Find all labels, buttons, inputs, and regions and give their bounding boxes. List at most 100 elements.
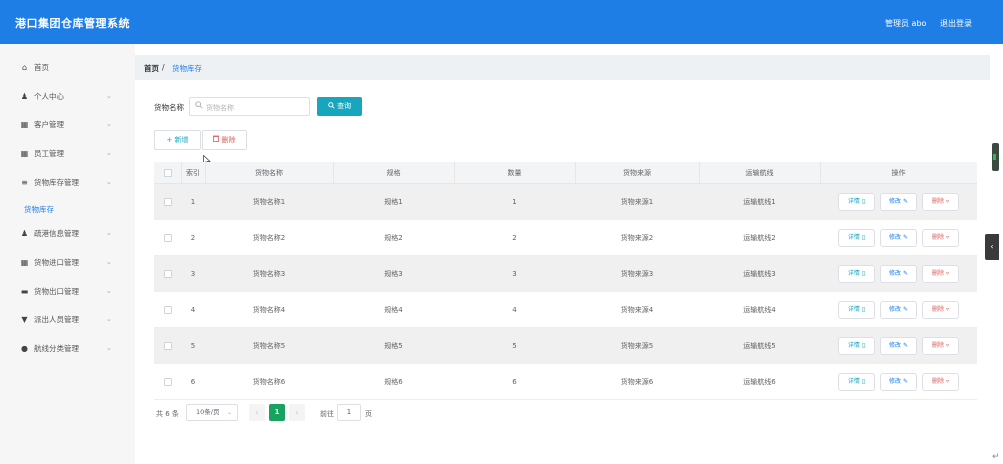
search-label: 货物名称	[154, 103, 184, 112]
table-row: 4 货物名称4 规格4 4 货物来源4 运输航线4 详情 ▯ 修改 ✎ 删除 ▿	[154, 292, 977, 328]
app-title: 港口集团仓库管理系统	[15, 17, 130, 30]
edit-button[interactable]: 修改 ✎	[880, 373, 917, 391]
row-checkbox[interactable]	[163, 377, 172, 386]
detail-button[interactable]: 详情 ▯	[838, 193, 875, 211]
list-icon: ≡	[21, 177, 28, 187]
edit-button[interactable]: 修改 ✎	[880, 265, 917, 283]
select-all-checkbox[interactable]	[163, 168, 172, 177]
page-size-select[interactable]: 10条/页 ⌄	[186, 404, 238, 421]
table-row: 5 货物名称5 规格5 5 货物来源5 运输航线5 详情 ▯ 修改 ✎ 删除 ▿	[154, 328, 977, 364]
page-number-button[interactable]: 1	[269, 404, 285, 421]
edit-button[interactable]: 修改 ✎	[880, 193, 917, 211]
sidebar-item-export[interactable]: ▬ 货物出口管理 ⌄	[0, 277, 135, 305]
add-button[interactable]: + 新增	[154, 130, 201, 150]
col-header-source: 货物来源	[623, 168, 651, 177]
trash-icon: ▿	[945, 342, 949, 349]
chevron-down-icon: ⌄	[226, 409, 232, 416]
cell-name: 货物名称2	[252, 233, 286, 242]
cell-route: 运输航线3	[743, 269, 776, 278]
sidebar-item-profile[interactable]: ♟ 个人中心 ⌄	[0, 82, 135, 110]
detail-label: 详情	[847, 270, 860, 277]
breadcrumb-separator: /	[162, 63, 165, 72]
detail-button[interactable]: 详情 ▯	[838, 265, 875, 283]
detail-label: 详情	[847, 198, 860, 205]
edit-button[interactable]: 修改 ✎	[880, 301, 917, 319]
col-header-index: 索引	[186, 168, 200, 177]
delete-row-button[interactable]: 删除 ▿	[922, 337, 959, 355]
detail-button[interactable]: 详情 ▯	[838, 373, 875, 391]
delete-row-button[interactable]: 删除 ▿	[922, 301, 959, 319]
edit-label: 修改	[889, 270, 902, 277]
sidebar-subitem-inventory[interactable]: 货物库存	[24, 204, 54, 215]
sidebar-item-label: 客户管理	[34, 119, 64, 129]
cell-name: 货物名称6	[252, 377, 286, 386]
sidebar-item-import[interactable]: ▦ 货物进口管理 ⌄	[0, 248, 135, 276]
chevron-left-icon: ‹	[255, 408, 259, 417]
sidebar-item-dispatch[interactable]: ▼ 派出人员管理 ⌄	[0, 305, 135, 333]
side-panel-toggle[interactable]: ‹	[985, 234, 999, 260]
breadcrumb-home[interactable]: 首页	[144, 63, 159, 74]
edit-button[interactable]: 修改 ✎	[880, 229, 917, 247]
document-icon: ▯	[861, 234, 866, 241]
col-header-actions: 操作	[891, 168, 906, 177]
cell-source: 货物来源1	[620, 197, 654, 206]
chevron-down-icon: ⌄	[106, 287, 112, 295]
detail-button[interactable]: 详情 ▯	[838, 229, 875, 247]
delete-row-button[interactable]: 删除 ▿	[922, 229, 959, 247]
col-header-quantity: 数量	[507, 168, 522, 177]
cell-quantity: 1	[512, 197, 517, 206]
row-checkbox[interactable]	[163, 233, 172, 242]
pencil-icon: ✎	[902, 198, 908, 205]
cell-index: 3	[190, 269, 196, 278]
chevron-down-icon: ⌄	[106, 178, 112, 186]
prev-page-button[interactable]: ‹	[249, 404, 265, 421]
cell-route: 运输航线2	[743, 233, 776, 242]
sidebar-item-routes[interactable]: ● 航线分类管理 ⌄	[0, 334, 135, 362]
sidebar-item-home[interactable]: ⌂ 首页	[0, 53, 135, 81]
table-row: 6 货物名称6 规格6 6 货物来源6 运输航线6 详情 ▯ 修改 ✎ 删除 ▿	[154, 364, 977, 400]
batch-delete-button[interactable]: 删除	[202, 130, 247, 150]
chevron-down-icon: ⌄	[106, 258, 112, 266]
row-checkbox[interactable]	[163, 197, 172, 206]
sidebar-item-label: 货物出口管理	[34, 286, 79, 296]
trash-icon	[213, 135, 221, 144]
scroll-indicator[interactable]	[992, 143, 999, 171]
cell-spec: 规格4	[384, 305, 403, 314]
chevron-right-icon: ›	[295, 408, 299, 417]
edit-label: 修改	[889, 342, 902, 349]
sidebar-item-label: 货物进口管理	[34, 257, 79, 267]
row-checkbox[interactable]	[163, 341, 172, 350]
row-checkbox[interactable]	[163, 305, 172, 314]
delete-row-button[interactable]: 删除 ▿	[922, 193, 959, 211]
sidebar-item-label: 员工管理	[34, 148, 64, 158]
sidebar-item-port-info[interactable]: ♟ 疏港信息管理 ⌄	[0, 219, 135, 247]
sidebar-item-customers[interactable]: ▦ 客户管理 ⌄	[0, 110, 135, 138]
logout-link[interactable]: 退出登录	[940, 18, 972, 29]
document-icon: ▯	[861, 306, 866, 313]
cell-name: 货物名称5	[252, 341, 286, 350]
location-icon: ●	[21, 343, 28, 353]
search-input[interactable]: 货物名称	[189, 97, 310, 116]
col-header-name: 货物名称	[255, 168, 283, 177]
row-checkbox[interactable]	[163, 269, 172, 278]
grid-icon: ▦	[20, 148, 29, 158]
edit-label: 修改	[889, 234, 902, 241]
chevron-down-icon: ⌄	[106, 149, 112, 157]
delete-row-button[interactable]: 删除 ▿	[922, 265, 959, 283]
edit-button[interactable]: 修改 ✎	[880, 337, 917, 355]
cell-spec: 规格1	[384, 197, 403, 206]
detail-button[interactable]: 详情 ▯	[838, 337, 875, 355]
sidebar-item-inventory[interactable]: ≡ 货物库存管理 ⌄	[0, 168, 135, 196]
goto-page-input[interactable]: 1	[337, 404, 361, 421]
ship-icon: ▬	[20, 286, 29, 296]
search-button[interactable]: 查询	[317, 97, 362, 116]
delete-row-button[interactable]: 删除 ▿	[922, 373, 959, 391]
cell-quantity: 2	[512, 233, 517, 242]
edit-label: 修改	[889, 198, 902, 205]
cell-quantity: 6	[512, 377, 517, 386]
next-page-button[interactable]: ›	[289, 404, 305, 421]
sidebar-item-staff[interactable]: ▦ 员工管理 ⌄	[0, 139, 135, 167]
cell-index: 1	[190, 197, 196, 206]
chevron-down-icon: ⌄	[106, 92, 112, 100]
detail-button[interactable]: 详情 ▯	[838, 301, 875, 319]
